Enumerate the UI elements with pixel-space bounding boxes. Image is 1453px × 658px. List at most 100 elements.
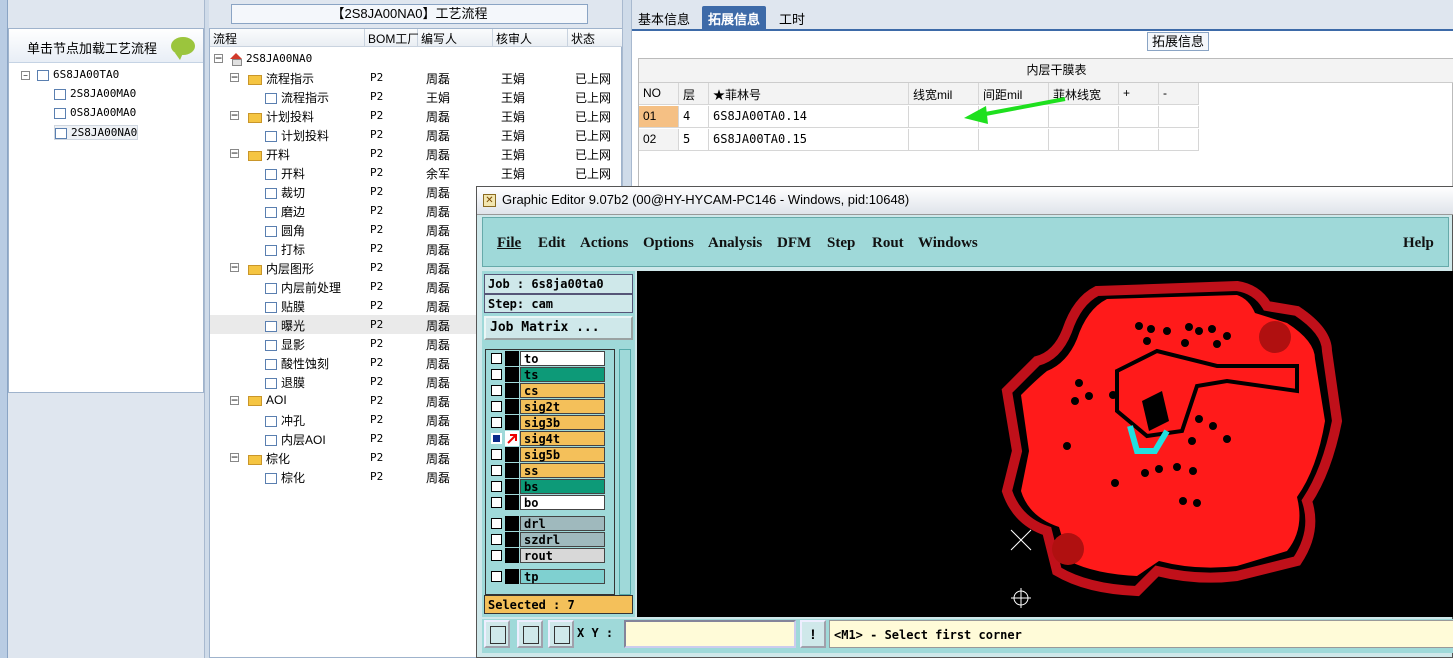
layer-checkbox[interactable] — [491, 534, 502, 545]
grid-cell[interactable] — [1159, 106, 1199, 128]
collapse-icon[interactable]: − — [230, 71, 239, 83]
tree-root-row[interactable]: − 2S8JA00NA0 — [210, 49, 621, 68]
menu-edit[interactable]: Edit — [538, 235, 566, 252]
tree-node[interactable]: 2S8JA00NA0 — [54, 125, 139, 140]
layer-checkbox[interactable] — [491, 481, 502, 492]
menu-actions[interactable]: Actions — [580, 235, 628, 252]
menu-file[interactable]: File — [497, 235, 521, 252]
layer-checkbox[interactable] — [491, 433, 502, 444]
grid-cell[interactable]: 6S8JA00TA0.14 — [709, 106, 909, 128]
flow-row[interactable]: 流程指示 P2 王娟 王娟 已上网 — [210, 87, 621, 106]
tab-work-hours[interactable]: 工时 — [773, 6, 811, 30]
tree-node[interactable]: 0S8JA00MA0 — [54, 106, 136, 119]
flow-row[interactable]: − 流程指示 P2 周磊 王娟 已上网 — [210, 68, 621, 87]
grid-cell[interactable] — [1119, 106, 1159, 128]
writer-cell: 周磊 — [426, 72, 451, 86]
xy-input[interactable] — [624, 620, 796, 648]
collapse-icon[interactable]: − — [21, 71, 30, 80]
layer-row-rout[interactable]: rout — [488, 548, 605, 563]
flow-row[interactable]: 计划投料 P2 周磊 王娟 已上网 — [210, 125, 621, 144]
menu-dfm[interactable]: DFM — [777, 235, 811, 252]
tree-node[interactable]: 2S8JA00MA0 — [54, 87, 136, 100]
menu-step[interactable]: Step — [827, 235, 855, 252]
layer-checkbox[interactable] — [491, 497, 502, 508]
collapse-icon[interactable]: − — [230, 109, 239, 121]
col-header-flow[interactable]: 流程 — [210, 29, 365, 47]
menu-windows[interactable]: Windows — [918, 235, 978, 252]
flow-step-name: 打标 — [265, 241, 305, 258]
flow-row[interactable]: − 开料 P2 周磊 王娟 已上网 — [210, 144, 621, 163]
col-header-bom[interactable]: BOM工厂 — [365, 29, 419, 47]
layer-checkbox[interactable] — [491, 465, 502, 476]
layer-checkbox[interactable] — [491, 385, 502, 396]
grid-cell[interactable]: 4 — [679, 106, 709, 128]
menu-analysis[interactable]: Analysis — [708, 235, 762, 252]
tree-node-root[interactable]: 6S8JA00TA0 — [37, 68, 119, 81]
bom-cell: P2 — [370, 337, 384, 350]
dry-film-grid: 内层干膜表 NO 层 ★菲林号 线宽mil 间距mil 菲林线宽 + -01 4 6S8JA00T… — [638, 58, 1453, 190]
grid-cell[interactable] — [1159, 129, 1199, 151]
layer-checkbox[interactable] — [491, 550, 502, 561]
grid-header-cell[interactable]: + — [1119, 83, 1159, 105]
menu-rout[interactable]: Rout — [872, 235, 904, 252]
grid-cell[interactable] — [979, 129, 1049, 151]
collapse-icon[interactable]: − — [230, 261, 239, 273]
layer-checkbox[interactable] — [491, 417, 502, 428]
xy-label: X Y : — [577, 626, 614, 640]
tab-basic-info[interactable]: 基本信息 — [632, 6, 696, 30]
flow-step-name: 退膜 — [265, 374, 305, 391]
layer-row-bs[interactable]: bs — [488, 479, 605, 494]
col-header-writer[interactable]: 编写人 — [418, 29, 493, 47]
grid-cell[interactable]: 01 — [639, 106, 679, 128]
layer-row-szdrl[interactable]: szdrl — [488, 532, 605, 547]
grid-header-cell[interactable]: - — [1159, 83, 1199, 105]
col-header-status[interactable]: 状态 — [568, 29, 623, 47]
grid-snap-icon[interactable] — [548, 620, 574, 648]
pcb-graphics-canvas[interactable] — [637, 271, 1453, 617]
collapse-icon[interactable]: − — [230, 147, 239, 159]
layer-checkbox[interactable] — [491, 518, 502, 529]
grid-header-cell[interactable]: ★菲林号 — [709, 83, 909, 105]
layer-row-sig5b[interactable]: sig5b — [488, 447, 605, 462]
grid-cell[interactable] — [909, 129, 979, 151]
menu-options[interactable]: Options — [643, 235, 694, 252]
layer-scrollbar[interactable] — [619, 349, 631, 595]
grid-cell[interactable]: 02 — [639, 129, 679, 151]
layer-row-cs[interactable]: cs — [488, 383, 605, 398]
layer-row-to[interactable]: to — [488, 351, 605, 366]
layer-checkbox[interactable] — [491, 353, 502, 364]
layer-checkbox[interactable] — [491, 369, 502, 380]
job-matrix-button[interactable]: Job Matrix ... — [484, 316, 633, 340]
layer-row-bo[interactable]: bo — [488, 495, 605, 510]
layer-row-sig2t[interactable]: sig2t — [488, 399, 605, 414]
layer-checkbox[interactable] — [491, 401, 502, 412]
layer-row-ts[interactable]: ts — [488, 367, 605, 382]
flow-row[interactable]: 开料 P2 余军 王娟 已上网 — [210, 163, 621, 182]
layer-checkbox[interactable] — [491, 449, 502, 460]
grid-cell[interactable] — [1049, 129, 1119, 151]
zoom-fit-icon[interactable] — [484, 620, 510, 648]
grid-cell[interactable]: 6S8JA00TA0.15 — [709, 129, 909, 151]
layer-row-sig4t[interactable]: sig4t — [488, 431, 605, 446]
layer-row-sig3b[interactable]: sig3b — [488, 415, 605, 430]
tab-extended-info[interactable]: 拓展信息 — [702, 6, 767, 30]
exclaim-button[interactable]: ! — [800, 620, 826, 648]
collapse-icon[interactable]: − — [214, 52, 223, 64]
flow-step-label: AOI — [266, 393, 287, 407]
grid-cell[interactable]: 5 — [679, 129, 709, 151]
layer-checkbox[interactable] — [491, 571, 502, 582]
collapse-icon[interactable]: − — [230, 451, 239, 463]
grid-cell[interactable] — [1119, 129, 1159, 151]
document-icon — [265, 321, 277, 333]
col-header-reviewer[interactable]: 核审人 — [493, 29, 568, 47]
layer-row-drl[interactable]: drl — [488, 516, 605, 531]
menu-help[interactable]: Help — [1403, 235, 1434, 252]
grid-header-cell[interactable]: 层 — [679, 83, 709, 105]
grid-header-cell[interactable]: NO — [639, 83, 679, 105]
collapse-icon[interactable]: − — [230, 394, 239, 406]
flow-row[interactable]: − 计划投料 P2 周磊 王娟 已上网 — [210, 106, 621, 125]
flow-step-name: 开料 — [248, 146, 290, 163]
measure-icon[interactable] — [517, 620, 543, 648]
layer-row-tp[interactable]: tp — [488, 569, 605, 584]
layer-row-ss[interactable]: ss — [488, 463, 605, 478]
